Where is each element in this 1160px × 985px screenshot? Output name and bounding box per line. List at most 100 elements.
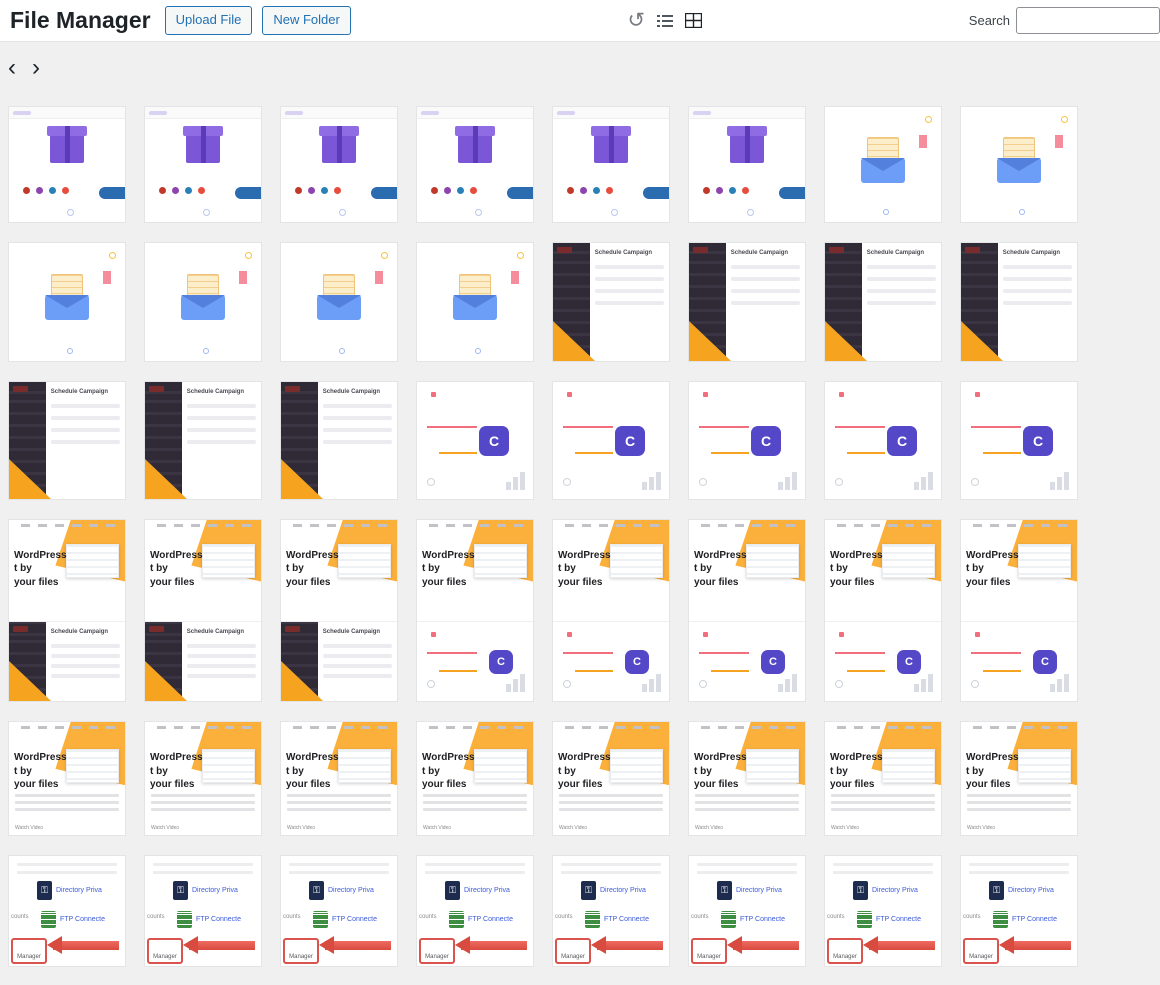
file-thumbnail-dashboard[interactable]: Schedule Campaign [8,381,126,500]
file-thumbnail-directory[interactable]: counts⚿Directory PrivaFTP ConnecteManage… [416,855,534,967]
file-thumbnail-envelope[interactable] [416,242,534,362]
yellow-corner [9,661,51,701]
file-thumbnail-wp-dash[interactable]: WordPresst byyour filesSchedule Campaign [144,519,262,702]
server-icon [857,911,872,928]
back-arrow[interactable]: ‹ [8,56,16,80]
file-thumbnail-wp-dash[interactable]: WordPresst byyour filesSchedule Campaign [8,519,126,702]
file-thumbnail-wp-dash[interactable]: WordPresst byyour filesSchedule Campaign [280,519,398,702]
watch-video-label: Watch Video [559,825,587,831]
file-thumbnail-giftbox[interactable] [144,106,262,223]
mini-navbar [417,107,533,119]
file-thumbnail-wp-plain[interactable]: WordPresst byyour filesWatch Video [960,721,1078,836]
mini-navbar [157,726,252,729]
mini-dashboard-title: Schedule Campaign [867,250,924,256]
yellow-corner [825,321,867,361]
body-text-lines [967,794,1071,815]
mini-dashboard-logo [829,247,844,253]
new-folder-button[interactable]: New Folder [262,6,350,34]
file-thumbnail-directory[interactable]: counts⚿Directory PrivaFTP ConnecteManage… [144,855,262,967]
file-thumbnail-directory[interactable]: counts⚿Directory PrivaFTP ConnecteManage… [280,855,398,967]
file-thumbnail-envelope[interactable] [280,242,398,362]
file-thumbnail-wp-plain[interactable]: WordPresst byyour filesWatch Video [8,721,126,836]
file-thumbnail-envelope[interactable] [144,242,262,362]
file-thumbnail-dashboard[interactable]: Schedule Campaign [280,381,398,500]
yellow-connector-line [439,670,477,672]
yellow-ring [245,252,252,259]
mini-dashboard-title: Schedule Campaign [187,389,244,395]
headline-text: WordPresst byyour files [830,549,883,590]
file-thumbnail-directory[interactable]: counts⚿Directory PrivaFTP ConnecteManage… [960,855,1078,967]
pink-accent [919,135,927,148]
file-thumbnail-integration[interactable]: C [824,381,942,500]
body-text-lines [831,794,935,815]
file-thumbnail-directory[interactable]: counts⚿Directory PrivaFTP ConnecteManage… [552,855,670,967]
file-thumbnail-giftbox[interactable] [552,106,670,223]
file-thumbnail-envelope[interactable] [824,106,942,223]
integration-logo: C [761,650,785,674]
mini-dashboard-logo [13,386,28,392]
file-thumbnail-wp-integration[interactable]: WordPresst byyour files C [824,519,942,702]
file-thumbnail-dashboard[interactable]: Schedule Campaign [688,242,806,362]
mini-dashboard-logo [149,386,164,392]
grid-view-icon[interactable] [685,13,702,28]
counts-label: counts [419,914,437,920]
file-thumbnail-directory[interactable]: counts⚿Directory PrivaFTP ConnecteManage… [824,855,942,967]
file-thumbnail-envelope[interactable] [960,106,1078,223]
file-thumbnail-wp-plain[interactable]: WordPresst byyour filesWatch Video [280,721,398,836]
file-thumbnail-envelope[interactable] [8,242,126,362]
yellow-connector-line [847,452,885,454]
directory-privacy-row: ⚿Directory Priva [581,881,646,900]
file-thumbnail-integration[interactable]: C [416,381,534,500]
search-input[interactable] [1016,7,1160,34]
refresh-icon[interactable]: ↺ [628,10,646,31]
file-thumbnail-wp-integration[interactable]: WordPresst byyour filesC [416,519,534,702]
list-view-icon[interactable] [657,14,673,28]
file-thumbnail-wp-plain[interactable]: WordPresst byyour filesWatch Video [144,721,262,836]
file-thumbnail-integration[interactable]: C [688,381,806,500]
file-thumbnail-dashboard[interactable]: Schedule Campaign [552,242,670,362]
mini-bar-chart [914,472,933,490]
chat-badge [99,187,125,199]
file-thumbnail-dashboard[interactable]: Schedule Campaign [960,242,1078,362]
file-thumbnail-wp-plain[interactable]: WordPresst byyour filesWatch Video [824,721,942,836]
file-thumbnail-integration[interactable]: C [552,381,670,500]
file-thumbnail-giftbox[interactable] [8,106,126,223]
file-thumbnail-wp-plain[interactable]: WordPresst byyour filesWatch Video [416,721,534,836]
file-thumbnail-giftbox[interactable] [280,106,398,223]
key-clipboard-icon: ⚿ [989,881,1004,900]
ftp-row: FTP Connecte [313,911,377,928]
directory-privacy-label: Directory Priva [192,887,238,894]
directory-privacy-label: Directory Priva [328,887,374,894]
integration-section: C [553,621,669,701]
headline-text: WordPresst byyour files [558,549,611,590]
yellow-ring [1061,116,1068,123]
mini-screenshot [474,544,527,578]
headline-text: WordPresst byyour files [694,751,747,792]
key-clipboard-icon: ⚿ [853,881,868,900]
yellow-connector-line [711,452,749,454]
red-arrow-graphic [733,941,799,950]
file-thumbnail-wp-plain[interactable]: WordPresst byyour filesWatch Video [552,721,670,836]
file-thumbnail-wp-integration[interactable]: WordPresst byyour filesC [960,519,1078,702]
file-thumbnail-integration[interactable]: C [960,381,1078,500]
file-thumbnail-dashboard[interactable]: Schedule Campaign [824,242,942,362]
forward-arrow[interactable]: › [32,56,40,80]
highlighted-manager-box: Manager [283,938,319,964]
file-thumbnail-directory[interactable]: counts⚿Directory PrivaFTP ConnecteManage… [688,855,806,967]
file-thumbnail-dashboard[interactable]: Schedule Campaign [144,381,262,500]
file-thumbnail-wp-integration[interactable]: WordPresst byyour files C [552,519,670,702]
highlighted-manager-box: Manager [147,938,183,964]
pink-connector-line [835,652,885,654]
integration-logo: C [897,650,921,674]
decorative-ring [611,209,618,216]
pink-connector-line [699,426,749,428]
file-thumbnail-wp-plain[interactable]: WordPresst byyour filesWatch Video [688,721,806,836]
red-arrow-graphic [869,941,935,950]
file-thumbnail-wp-integration[interactable]: WordPresst byyour filesC [688,519,806,702]
upload-file-button[interactable]: Upload File [165,6,253,34]
file-thumbnail-directory[interactable]: counts⚿Directory PrivaFTP ConnecteManage… [8,855,126,967]
file-thumbnail-giftbox[interactable] [688,106,806,223]
mini-dashboard-rows [731,265,800,313]
file-thumbnail-giftbox[interactable] [416,106,534,223]
yellow-ring [517,252,524,259]
